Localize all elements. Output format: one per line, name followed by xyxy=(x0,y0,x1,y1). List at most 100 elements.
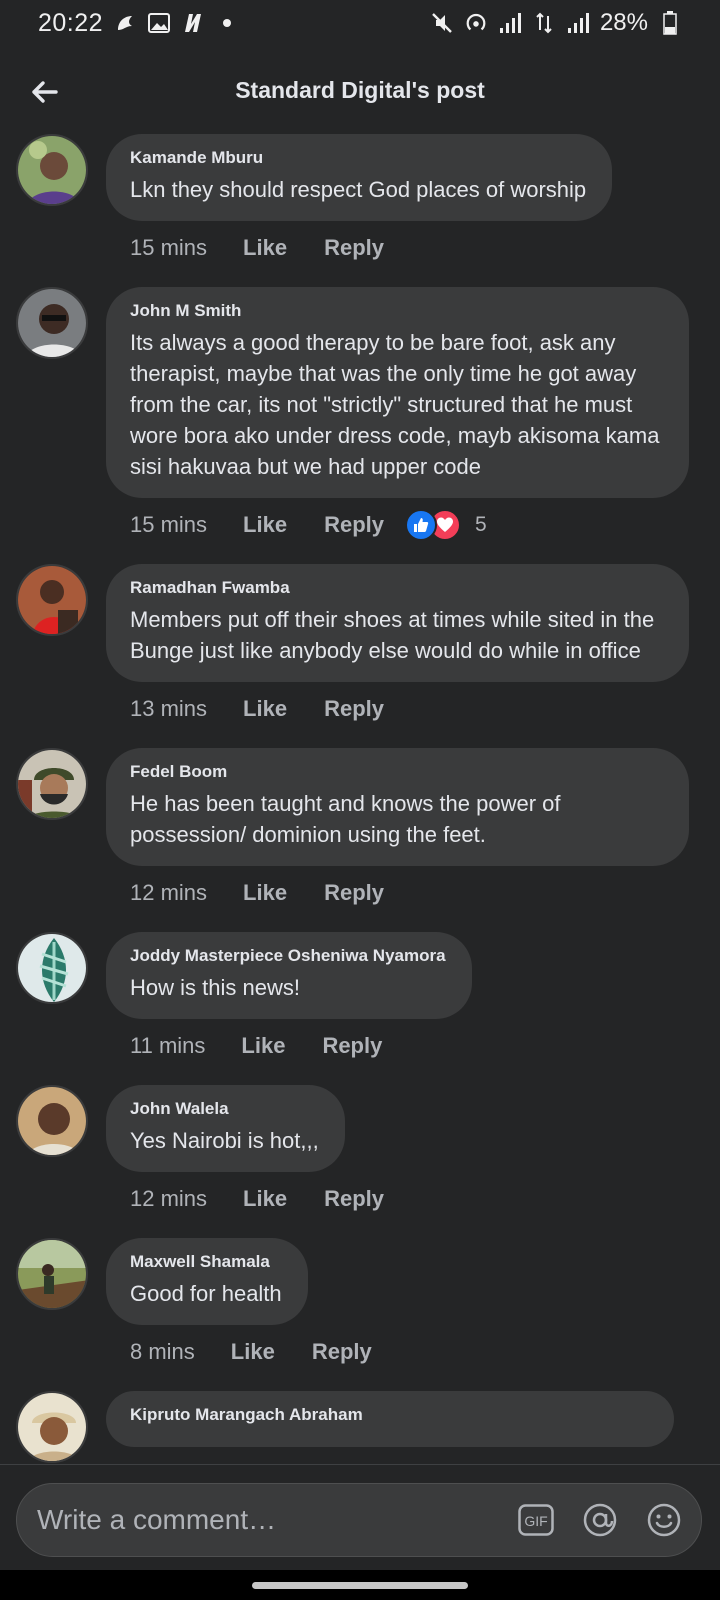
comment-author[interactable]: John M Smith xyxy=(130,301,663,321)
comment-time: 8 mins xyxy=(130,1339,195,1364)
reaction-count: 5 xyxy=(475,513,487,536)
battery-icon xyxy=(658,11,682,35)
comment-body: Maxwell Shamala Good for health 8 mins L… xyxy=(106,1238,700,1379)
system-nav-bar xyxy=(0,1570,720,1600)
reply-button[interactable]: Reply xyxy=(322,1033,382,1059)
reply-button[interactable]: Reply xyxy=(324,512,384,538)
avatar[interactable] xyxy=(16,564,88,636)
avatar[interactable] xyxy=(16,134,88,206)
data-transfer-icon xyxy=(532,11,556,35)
comment-bubble[interactable]: Joddy Masterpiece Osheniwa Nyamora How i… xyxy=(106,932,472,1019)
like-button[interactable]: Like xyxy=(243,235,287,261)
comment-bubble[interactable]: Ramadhan Fwamba Members put off their sh… xyxy=(106,564,689,682)
comment-item: Kamande Mburu Lkn they should respect Go… xyxy=(0,134,720,275)
comment-item: Joddy Masterpiece Osheniwa Nyamora How i… xyxy=(0,932,720,1073)
comment-time: 15 mins xyxy=(130,235,208,260)
comment-item: Ramadhan Fwamba Members put off their sh… xyxy=(0,564,720,736)
comment-author[interactable]: Fedel Boom xyxy=(130,762,663,782)
avatar[interactable] xyxy=(16,1391,88,1463)
comment-author[interactable]: Kamande Mburu xyxy=(130,148,586,168)
reply-button[interactable]: Reply xyxy=(324,696,384,722)
comment-time: 13 mins xyxy=(130,696,208,721)
status-bar: 20:22 28% xyxy=(0,0,720,46)
comment-text: Yes Nairobi is hot,,, xyxy=(130,1128,319,1153)
comment-item: Maxwell Shamala Good for health 8 mins L… xyxy=(0,1238,720,1379)
like-button[interactable]: Like xyxy=(243,512,287,538)
comment-body: John M Smith Its always a good therapy t… xyxy=(106,287,700,552)
reply-button[interactable]: Reply xyxy=(324,880,384,906)
comment-meta: 11 mins Like Reply xyxy=(106,1019,700,1073)
comment-text: Members put off their shoes at times whi… xyxy=(130,607,655,663)
like-button[interactable]: Like xyxy=(241,1033,285,1059)
like-reaction-icon xyxy=(405,509,437,541)
like-button[interactable]: Like xyxy=(243,1186,287,1212)
like-button[interactable]: Like xyxy=(231,1339,275,1365)
hotspot-icon xyxy=(464,11,488,35)
comment-item: John M Smith Its always a good therapy t… xyxy=(0,287,720,552)
avatar[interactable] xyxy=(16,932,88,1004)
reply-button[interactable]: Reply xyxy=(324,235,384,261)
comment-text: Lkn they should respect God places of wo… xyxy=(130,177,587,202)
comment-item: John Walela Yes Nairobi is hot,,, 12 min… xyxy=(0,1085,720,1226)
comment-body: John Walela Yes Nairobi is hot,,, 12 min… xyxy=(106,1085,700,1226)
comment-list[interactable]: Kamande Mburu Lkn they should respect Go… xyxy=(0,134,720,1465)
composer-icons: GIF xyxy=(517,1501,683,1539)
status-left: 20:22 xyxy=(38,9,239,38)
gallery-icon xyxy=(147,11,171,35)
comment-text: He has been taught and knows the power o… xyxy=(130,791,561,847)
signal-icon xyxy=(498,11,522,35)
comment-bubble[interactable]: Maxwell Shamala Good for health xyxy=(106,1238,308,1325)
comment-time: 15 mins xyxy=(130,512,208,537)
comment-author[interactable]: Maxwell Shamala xyxy=(130,1252,282,1272)
comment-item: Kipruto Marangach Abraham xyxy=(0,1391,720,1463)
comment-bubble[interactable]: Kipruto Marangach Abraham xyxy=(106,1391,674,1447)
comment-time: 12 mins xyxy=(130,880,208,905)
battery-percentage: 28% xyxy=(599,9,648,36)
gif-icon-text: GIF xyxy=(524,1513,547,1529)
comment-body: Joddy Masterpiece Osheniwa Nyamora How i… xyxy=(106,932,700,1073)
comment-author[interactable]: John Walela xyxy=(130,1099,319,1119)
comment-body: Kipruto Marangach Abraham xyxy=(106,1391,700,1463)
comment-meta: 8 mins Like Reply xyxy=(106,1325,700,1379)
comment-meta: 15 mins Like Reply 5 xyxy=(106,498,700,552)
comment-input[interactable]: Write a comment… GIF xyxy=(16,1483,702,1557)
gif-button[interactable]: GIF xyxy=(517,1501,555,1539)
page-title: Standard Digital's post xyxy=(235,76,485,103)
comment-body: Ramadhan Fwamba Members put off their sh… xyxy=(106,564,700,736)
comment-time: 11 mins xyxy=(130,1033,206,1058)
comment-meta: 12 mins Like Reply xyxy=(106,866,700,920)
avatar[interactable] xyxy=(16,748,88,820)
reactions-summary[interactable]: 5 xyxy=(405,509,487,541)
back-button[interactable] xyxy=(26,74,62,110)
dot-icon xyxy=(215,11,239,35)
comment-text: Good for health xyxy=(130,1281,282,1306)
like-button[interactable]: Like xyxy=(243,696,287,722)
signal-icon-2 xyxy=(566,11,590,35)
comment-body: Kamande Mburu Lkn they should respect Go… xyxy=(106,134,700,275)
comment-time: 12 mins xyxy=(130,1186,208,1211)
comment-bubble[interactable]: John Walela Yes Nairobi is hot,,, xyxy=(106,1085,345,1172)
comment-author[interactable]: Joddy Masterpiece Osheniwa Nyamora xyxy=(130,946,446,966)
notification-app-icon xyxy=(113,11,137,35)
comment-author[interactable]: Ramadhan Fwamba xyxy=(130,578,663,598)
emoji-button[interactable] xyxy=(645,1501,683,1539)
comment-body: Fedel Boom He has been taught and knows … xyxy=(106,748,700,920)
comment-item: Fedel Boom He has been taught and knows … xyxy=(0,748,720,920)
comment-meta: 15 mins Like Reply xyxy=(106,221,700,275)
comment-bubble[interactable]: John M Smith Its always a good therapy t… xyxy=(106,287,689,498)
comment-author[interactable]: Kipruto Marangach Abraham xyxy=(130,1405,648,1425)
comment-bubble[interactable]: Fedel Boom He has been taught and knows … xyxy=(106,748,689,866)
like-button[interactable]: Like xyxy=(243,880,287,906)
home-indicator[interactable] xyxy=(252,1582,468,1589)
mute-icon xyxy=(430,11,454,35)
comment-meta: 13 mins Like Reply xyxy=(106,682,700,736)
top-bar: Standard Digital's post xyxy=(0,60,720,120)
reply-button[interactable]: Reply xyxy=(312,1339,372,1365)
reply-button[interactable]: Reply xyxy=(324,1186,384,1212)
avatar[interactable] xyxy=(16,1085,88,1157)
avatar[interactable] xyxy=(16,1238,88,1310)
status-time: 20:22 xyxy=(38,8,104,37)
mention-button[interactable] xyxy=(581,1501,619,1539)
avatar[interactable] xyxy=(16,287,88,359)
comment-bubble[interactable]: Kamande Mburu Lkn they should respect Go… xyxy=(106,134,613,221)
